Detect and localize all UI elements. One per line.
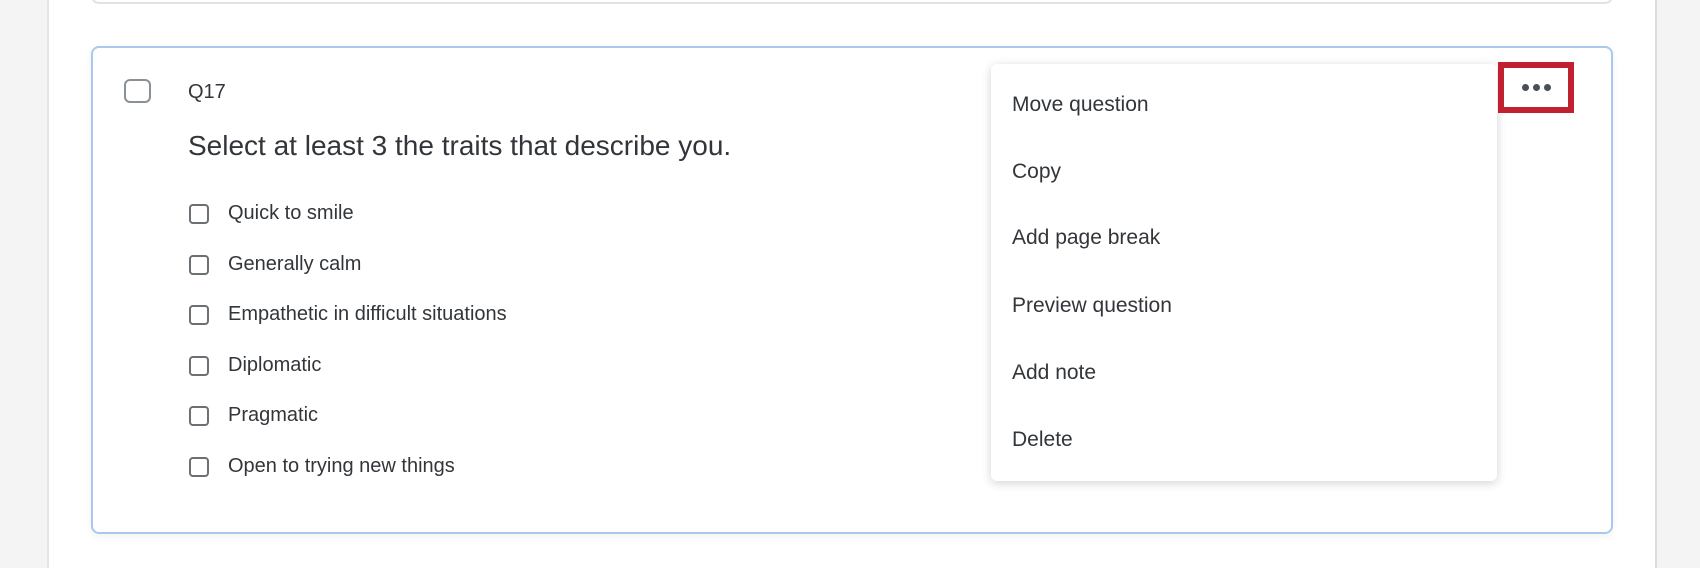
more-options-button[interactable] bbox=[1498, 62, 1574, 113]
choice-label: Open to trying new things bbox=[228, 455, 455, 477]
menu-item-add-page-break[interactable]: Add page break bbox=[1012, 226, 1160, 250]
question-number: Q17 bbox=[188, 81, 226, 103]
menu-item-move-question[interactable]: Move question bbox=[1012, 93, 1149, 117]
choice-checkbox[interactable] bbox=[189, 456, 209, 477]
choice-label: Empathetic in difficult situations bbox=[228, 303, 507, 325]
choice-label: Generally calm bbox=[228, 253, 362, 275]
choice-checkbox[interactable] bbox=[189, 405, 209, 426]
previous-question-card[interactable] bbox=[91, 0, 1613, 4]
choice-option[interactable]: Pragmatic bbox=[189, 404, 318, 427]
question-text[interactable]: Select at least 3 the traits that descri… bbox=[188, 130, 731, 162]
choice-checkbox[interactable] bbox=[189, 304, 209, 325]
choice-label: Quick to smile bbox=[228, 202, 354, 224]
ellipsis-icon bbox=[1532, 84, 1540, 91]
choice-label: Pragmatic bbox=[228, 404, 319, 426]
choice-checkbox[interactable] bbox=[189, 355, 209, 376]
ellipsis-icon bbox=[1543, 84, 1551, 91]
choice-option[interactable]: Open to trying new things bbox=[189, 455, 455, 478]
choice-option[interactable]: Empathetic in difficult situations bbox=[189, 303, 507, 326]
choice-checkbox[interactable] bbox=[189, 254, 209, 275]
choice-option[interactable]: Diplomatic bbox=[189, 354, 321, 377]
question-actions-menu: Move question Copy Add page break Previe… bbox=[991, 64, 1497, 481]
menu-item-copy[interactable]: Copy bbox=[1012, 160, 1061, 184]
choice-checkbox[interactable] bbox=[189, 203, 209, 224]
menu-item-add-note[interactable]: Add note bbox=[1012, 361, 1096, 385]
choice-option[interactable]: Quick to smile bbox=[189, 202, 354, 225]
menu-item-delete[interactable]: Delete bbox=[1012, 428, 1073, 452]
ellipsis-icon bbox=[1521, 84, 1529, 91]
menu-item-preview-question[interactable]: Preview question bbox=[1012, 294, 1172, 318]
choice-option[interactable]: Generally calm bbox=[189, 253, 361, 276]
choice-label: Diplomatic bbox=[228, 354, 322, 376]
question-select-checkbox[interactable] bbox=[124, 79, 151, 103]
